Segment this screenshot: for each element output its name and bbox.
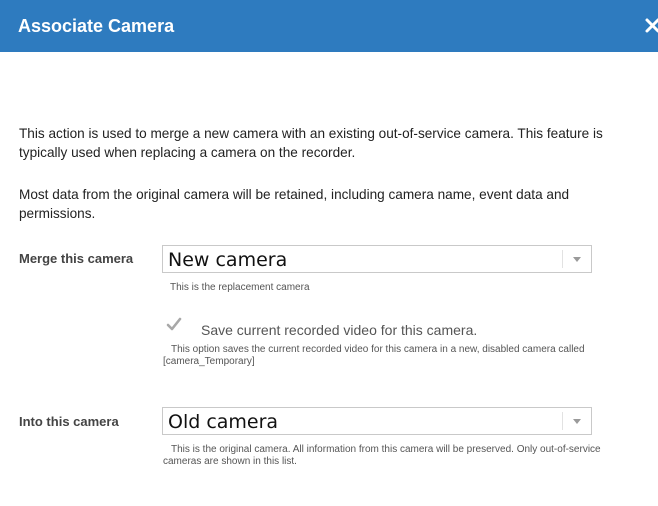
chevron-down-icon (573, 419, 581, 424)
chevron-down-icon (573, 257, 581, 262)
associate-camera-dialog: Associate Camera This action is used to … (0, 0, 658, 506)
intro-paragraph: This action is used to merge a new camer… (19, 126, 603, 160)
save-video-hint: This option saves the current recorded v… (163, 344, 585, 367)
dialog-titlebar: Associate Camera (0, 0, 658, 52)
merge-camera-select[interactable]: New camera (162, 245, 592, 273)
select-divider (562, 250, 563, 268)
into-camera-hint: This is the original camera. All informa… (163, 444, 601, 467)
select-divider (562, 412, 563, 430)
retention-paragraph: Most data from the original camera will … (19, 187, 570, 221)
merge-camera-value: New camera (168, 249, 288, 271)
into-camera-value: Old camera (168, 411, 279, 433)
close-icon[interactable] (644, 14, 658, 36)
save-video-checkbox[interactable] (163, 313, 185, 335)
into-camera-label: Into this camera (19, 414, 119, 429)
save-video-label: Save current recorded video for this cam… (201, 322, 478, 338)
into-camera-select[interactable]: Old camera (162, 407, 592, 435)
merge-camera-hint: This is the replacement camera (170, 282, 310, 293)
checkmark-icon (166, 317, 182, 331)
dialog-title: Associate Camera (18, 16, 175, 36)
merge-camera-label: Merge this camera (19, 251, 134, 266)
